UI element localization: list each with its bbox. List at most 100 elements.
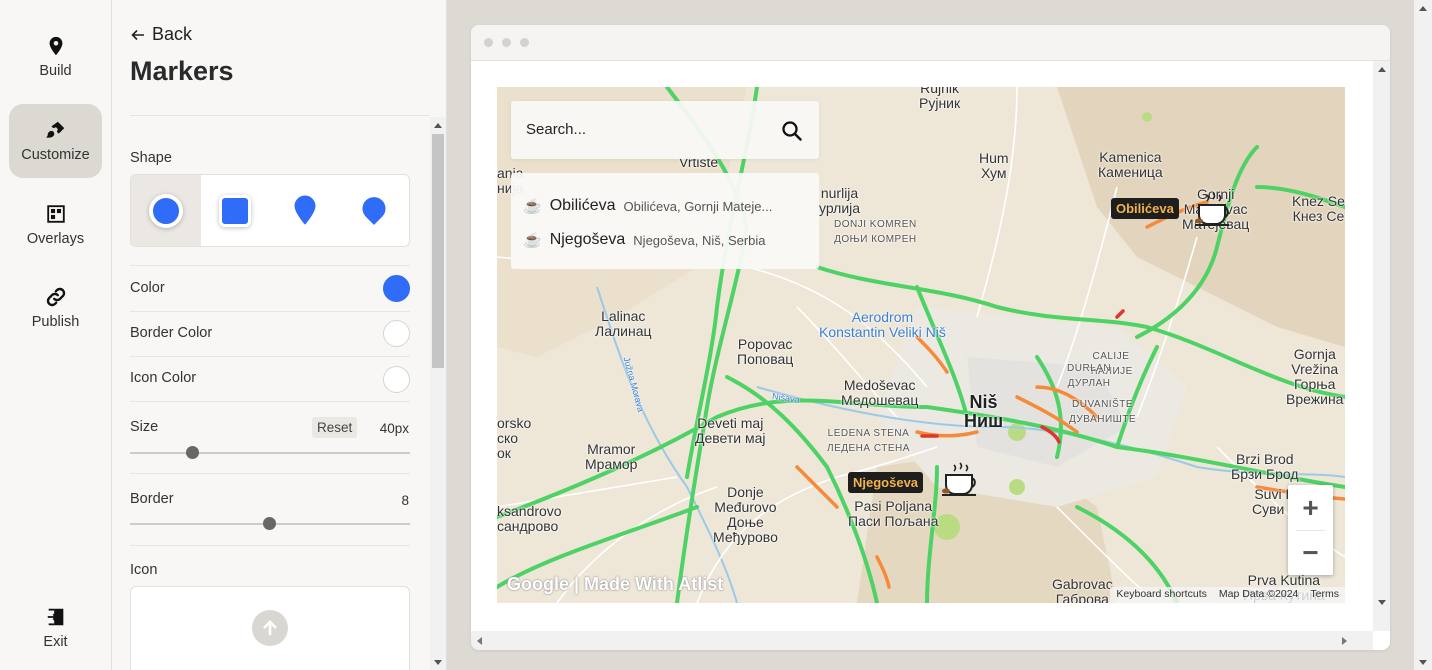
size-label: Size xyxy=(130,419,159,435)
coffee-cup-icon: ☕ xyxy=(523,232,542,249)
shape-option-rounded-pin[interactable] xyxy=(340,175,410,246)
color-swatch[interactable] xyxy=(383,275,410,302)
coffee-cup-marker-icon[interactable] xyxy=(940,461,982,499)
search-icon[interactable] xyxy=(781,120,803,142)
search-result-item[interactable]: ☕ Njegoševa Njegoševa, Niš, Serbia xyxy=(523,226,813,254)
place-label: Deveti maj Девети мај xyxy=(695,415,766,446)
rounded-pin-shape-icon xyxy=(359,193,389,229)
nav-item-label: Build xyxy=(39,63,72,79)
scroll-left-arrow[interactable] xyxy=(477,637,482,645)
preview-vertical-scrollbar[interactable] xyxy=(1373,61,1390,631)
scroll-down-arrow[interactable] xyxy=(1378,600,1386,605)
shape-option-circle[interactable] xyxy=(131,175,201,246)
marker-label-njegoseva[interactable]: Njegoševa xyxy=(848,472,924,493)
icon-upload-area[interactable] xyxy=(130,586,410,670)
size-slider-handle[interactable] xyxy=(186,446,199,459)
border-label: Border xyxy=(130,491,174,507)
nav-item-label: Overlays xyxy=(26,231,85,247)
window-dot xyxy=(520,38,529,47)
result-address: Njegoševa, Niš, Serbia xyxy=(633,232,766,248)
nav-item-overlays[interactable]: Overlays xyxy=(9,188,102,262)
coffee-cup-marker-icon[interactable] xyxy=(1193,191,1235,229)
arrow-up-icon xyxy=(263,620,277,635)
map-canvas[interactable]: Rujnik Рујник Vrtiste Hum Хум Kamenica Каме… xyxy=(497,87,1345,603)
map-pin-icon xyxy=(49,36,62,56)
divider xyxy=(130,545,410,546)
nav-item-label: Publish xyxy=(31,314,80,330)
scroll-right-arrow[interactable] xyxy=(1342,637,1347,645)
place-label: Lalinac Лалинац xyxy=(595,308,652,339)
page-title: Markers xyxy=(130,56,234,86)
marker-label-obiliceva[interactable]: Obilićeva xyxy=(1111,198,1179,219)
shape-option-pin[interactable] xyxy=(270,175,340,246)
place-label: DURLAN ДУРЛАН xyxy=(1067,363,1112,389)
divider xyxy=(130,311,410,312)
back-label: Back xyxy=(152,24,193,44)
link-icon xyxy=(46,287,65,307)
window-dot xyxy=(502,38,511,47)
nav-item-build[interactable]: Build xyxy=(9,20,102,94)
scroll-up-arrow[interactable] xyxy=(1378,67,1386,72)
border-value: 8 xyxy=(401,493,409,508)
pin-shape-icon xyxy=(291,192,319,229)
nav-item-label: Customize xyxy=(21,147,90,163)
preview-browser-window: Rujnik Рујник Vrtiste Hum Хум Kamenica Каме… xyxy=(471,25,1390,650)
nav-item-customize[interactable]: Customize xyxy=(9,104,102,178)
zoom-in-button[interactable]: + xyxy=(1288,485,1333,530)
size-reset-button[interactable]: Reset xyxy=(312,417,358,438)
page-scrollbar[interactable] xyxy=(1414,0,1432,670)
scroll-up-arrow[interactable] xyxy=(1419,6,1427,11)
place-label: Knez Se Кнез Се xyxy=(1292,193,1345,224)
size-slider[interactable] xyxy=(130,446,410,459)
divider xyxy=(130,265,410,266)
divider xyxy=(130,401,410,402)
result-address: Obilićeva, Gornji Mateje... xyxy=(623,198,773,214)
search-input[interactable]: Search... xyxy=(526,121,586,138)
upload-button[interactable] xyxy=(252,610,288,646)
map-search-box[interactable]: Search... xyxy=(511,101,819,159)
icon-color-label: Icon Color xyxy=(130,370,197,386)
border-color-label: Border Color xyxy=(130,325,213,341)
shape-option-square[interactable] xyxy=(201,175,271,246)
map-attribution: Keyboard shortcuts Map Data ©2024 Terms xyxy=(1110,587,1345,603)
border-color-swatch[interactable] xyxy=(383,320,410,347)
terms-link[interactable]: Terms xyxy=(1304,587,1345,603)
scrollbar-thumb[interactable] xyxy=(432,134,444,368)
marker-settings-panel: Back Markers Shape Color Border Color Ic… xyxy=(112,0,447,670)
exit-door-icon xyxy=(47,608,63,626)
zoom-out-button[interactable]: − xyxy=(1288,530,1333,575)
scroll-down-arrow[interactable] xyxy=(1419,660,1427,665)
scroll-down-arrow[interactable] xyxy=(434,660,442,665)
city-label: Niš Ниш xyxy=(964,392,1004,431)
search-result-item[interactable]: ☕ Obilićeva Obilićeva, Gornji Mateje... xyxy=(523,192,813,220)
left-nav: Build Customize Overlays Publish Exit xyxy=(0,0,112,670)
place-label: DUVANIŠTE ДУВАНИШТЕ xyxy=(1069,399,1137,425)
preview-horizontal-scrollbar[interactable] xyxy=(471,631,1373,650)
place-label: Gornja Vrežina Горња Врежина xyxy=(1286,346,1344,407)
back-button[interactable]: Back xyxy=(130,24,192,45)
zoom-controls: + − xyxy=(1288,485,1333,575)
place-label: ksandrovo сандрово xyxy=(497,503,562,534)
airport-label: Aerodrom Konstantin Veliki Niš xyxy=(819,309,946,340)
place-label: orsko ско ок xyxy=(497,415,532,461)
window-dot xyxy=(484,38,493,47)
place-label: Medoševac Медошевац xyxy=(841,377,919,408)
icon-color-swatch[interactable] xyxy=(383,366,410,393)
icon-label: Icon xyxy=(130,562,158,578)
keyboard-shortcuts-link[interactable]: Keyboard shortcuts xyxy=(1110,587,1212,603)
border-slider[interactable] xyxy=(130,517,410,530)
panel-scrollbar[interactable] xyxy=(430,117,446,670)
place-label: Gabrovac Габрова xyxy=(1052,576,1113,604)
layers-grid-icon xyxy=(46,205,65,223)
square-shape-icon xyxy=(219,194,252,227)
border-slider-handle[interactable] xyxy=(263,517,276,530)
nav-item-publish[interactable]: Publish xyxy=(9,271,102,345)
circle-shape-icon xyxy=(148,193,183,228)
nav-item-exit[interactable]: Exit xyxy=(9,591,102,665)
scroll-up-arrow[interactable] xyxy=(434,123,442,128)
nav-item-label: Exit xyxy=(43,634,68,650)
arrow-left-icon xyxy=(131,29,144,40)
result-name: Obilićeva xyxy=(549,197,616,214)
color-label: Color xyxy=(130,280,165,296)
place-label: Brzi Brod Брзи Брод xyxy=(1231,451,1299,482)
